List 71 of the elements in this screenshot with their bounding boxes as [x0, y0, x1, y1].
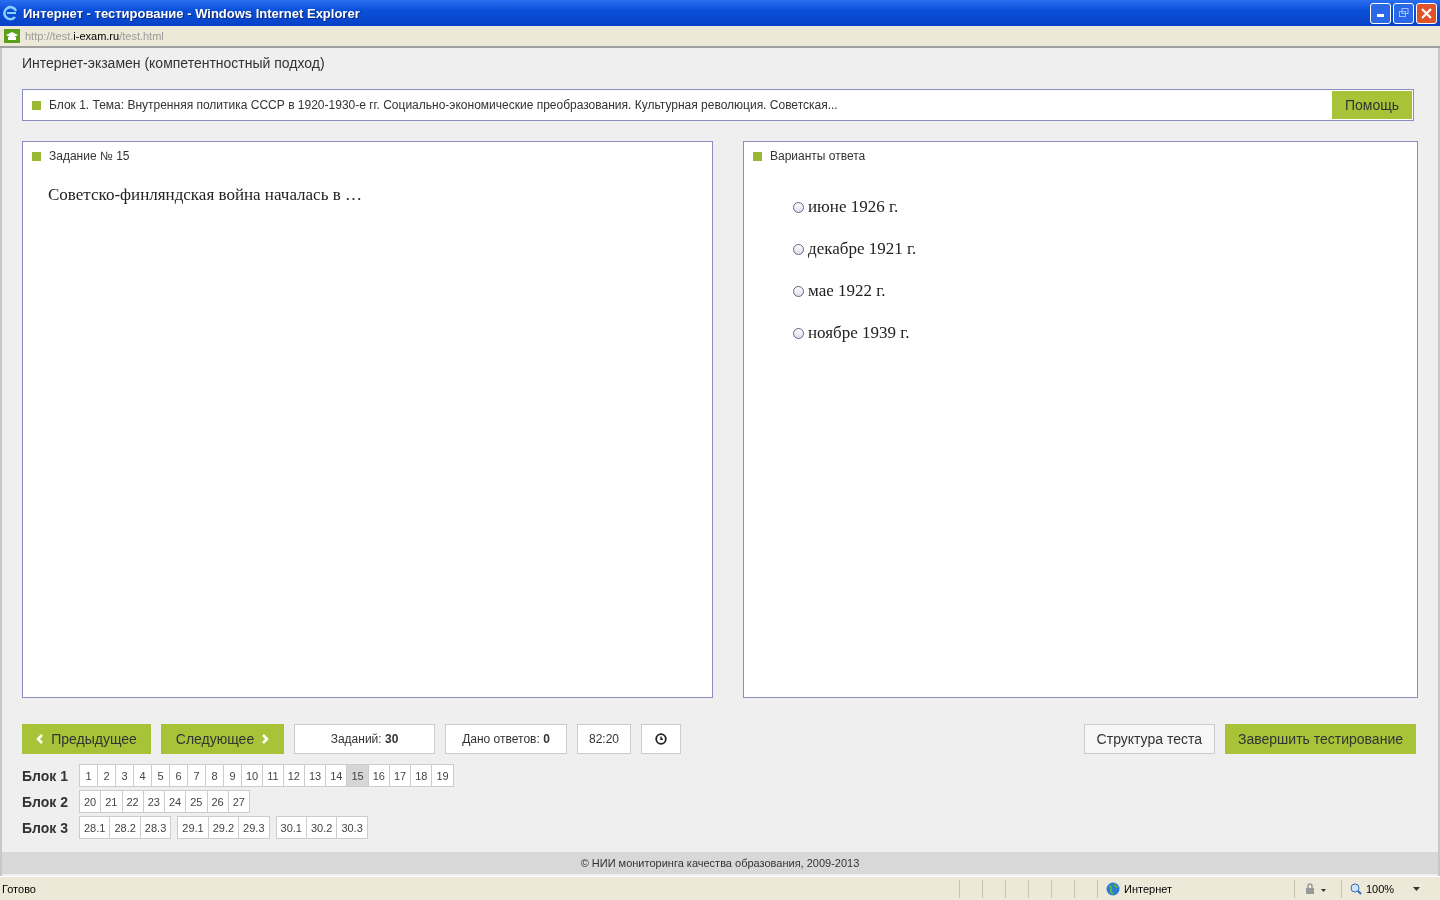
question-number-button[interactable]: 16: [367, 764, 390, 787]
question-text: Советско-финляндская война началась в …: [48, 185, 363, 205]
question-number-button[interactable]: 28.3: [139, 816, 172, 839]
radio-button[interactable]: [793, 285, 804, 297]
question-number-button[interactable]: 22: [121, 790, 144, 813]
question-number-button[interactable]: 30.3: [336, 816, 368, 839]
bullet-icon: [32, 100, 41, 110]
question-number-button[interactable]: 18: [410, 764, 433, 787]
radio-button[interactable]: [793, 201, 804, 213]
question-number-button[interactable]: 15: [346, 764, 369, 787]
bullet-icon: [753, 151, 762, 161]
topic-text: Блок 1. Тема: Внутренняя политика СССР в 1920-1930-е гг. Социально-экономические преобразования. Культурная революция. Советская...: [49, 98, 838, 112]
previous-button[interactable]: Предыдущее: [22, 724, 151, 754]
finish-test-button[interactable]: Завершить тестирование: [1225, 724, 1416, 754]
restore-button[interactable]: [1393, 2, 1414, 24]
test-structure-button[interactable]: Структура теста: [1083, 724, 1215, 754]
close-button[interactable]: [1416, 2, 1437, 24]
restore-icon: [1398, 8, 1409, 18]
question-number-button[interactable]: 14: [325, 764, 348, 787]
security-zone-text: Интернет: [1124, 882, 1172, 895]
page-title: Интернет-экзамен (компетентностный подход): [22, 55, 325, 71]
dropdown-caret-icon[interactable]: [1413, 886, 1420, 891]
question-number-button[interactable]: 20: [79, 790, 102, 813]
answer-option-label: декабре 1921 г.: [808, 239, 917, 259]
zoom-icon: [1350, 882, 1362, 895]
radio-button[interactable]: [793, 327, 804, 339]
bullet-icon: [32, 151, 41, 161]
question-number-button[interactable]: 29.1: [177, 816, 209, 839]
lock-dropdown-icon[interactable]: [1303, 882, 1327, 895]
close-icon: [1421, 7, 1432, 19]
tasks-counter: Заданий: 30: [294, 724, 435, 754]
block-label: Блок 3: [22, 819, 69, 836]
address-url[interactable]: http://test.i-exam.ru/test.html: [25, 30, 164, 42]
question-number-button[interactable]: 26: [206, 790, 229, 813]
clock-icon: [655, 733, 667, 745]
question-number-button[interactable]: 29.2: [207, 816, 240, 839]
minimize-button[interactable]: [1370, 2, 1391, 24]
timer: 82:20: [577, 724, 631, 754]
clock-button[interactable]: [641, 724, 681, 754]
question-number-button[interactable]: 25: [185, 790, 208, 813]
question-number-button[interactable]: 30.2: [305, 816, 338, 839]
question-number-button[interactable]: 19: [431, 764, 454, 787]
browser-logo-icon: [3, 5, 19, 21]
question-number-button[interactable]: 29.3: [238, 816, 270, 839]
chevron-right-icon: [262, 734, 270, 744]
answer-option-label: мае 1922 г.: [808, 281, 886, 301]
panel-heading: Варианты ответа: [770, 149, 866, 163]
answer-option-label: июне 1926 г.: [808, 197, 899, 217]
question-number-button[interactable]: 24: [164, 790, 187, 813]
status-text: Готово: [2, 882, 36, 895]
footer-copyright: © НИИ мониторинга качества образования, 2009-2013: [580, 857, 860, 869]
answers-counter: Дано ответов: 0: [445, 724, 567, 754]
answer-option-label: ноябре 1939 г.: [808, 323, 910, 343]
question-number-button[interactable]: 12: [282, 764, 305, 787]
block-label: Блок 1: [22, 767, 69, 784]
question-number-button[interactable]: 28.1: [79, 816, 111, 839]
question-number-button[interactable]: 30.1: [275, 816, 307, 839]
block-label: Блок 2: [22, 793, 69, 810]
help-button[interactable]: Помощь: [1331, 91, 1412, 119]
question-number-button[interactable]: 11: [262, 764, 284, 787]
question-number-button[interactable]: 27: [227, 790, 250, 813]
next-button[interactable]: Следующее: [161, 724, 284, 754]
window-title: Интернет - тестирование - Windows Internet Explorer: [23, 5, 361, 21]
zoom-level[interactable]: 100%: [1366, 882, 1395, 895]
question-number-button[interactable]: 28.2: [109, 816, 141, 839]
question-number-button[interactable]: 21: [100, 790, 123, 813]
radio-button[interactable]: [793, 243, 804, 255]
chevron-left-icon: [36, 734, 44, 744]
globe-icon: [1106, 881, 1120, 896]
panel-heading: Задание № 15: [49, 149, 130, 163]
question-number-button[interactable]: 10: [241, 764, 264, 787]
